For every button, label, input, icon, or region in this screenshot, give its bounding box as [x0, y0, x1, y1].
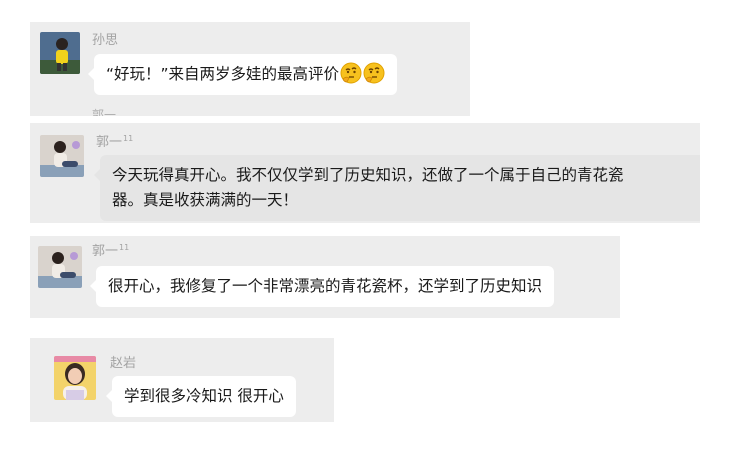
sender-name-sup: 11	[119, 242, 130, 252]
avatar-3[interactable]	[38, 246, 82, 288]
avatar-photo-portrait-icon	[54, 356, 96, 400]
message-text: 很开心，我修复了一个非常漂亮的青花瓷杯，还学到了历史知识	[108, 277, 543, 295]
message-card-4: 赵岩 学到很多冷知识 很开心	[30, 338, 334, 422]
thinking-face-emoji	[363, 62, 385, 84]
thinking-face-emoji	[340, 62, 362, 84]
sender-name: 郭一11	[92, 242, 130, 259]
message-card-2: 郭一11 今天玩得真开心。我不仅仅学到了历史知识，还做了一个属于自己的青花瓷 器…	[30, 123, 700, 223]
sender-name: 孙思	[92, 33, 119, 48]
avatar-photo-woman-icon	[40, 135, 84, 177]
sender-name-sup: 11	[123, 133, 134, 143]
avatar-4[interactable]	[54, 356, 96, 400]
message-text-line-1: 今天玩得真开心。我不仅仅学到了历史知识，还做了一个属于自己的青花瓷	[112, 166, 624, 184]
avatar-photo-child-icon	[40, 32, 80, 74]
sender-name: 赵岩	[110, 356, 137, 371]
message-text-line-2: 器。真是收获满满的一天！	[112, 191, 299, 209]
message-card-1: 孙思 “好玩！”来自两岁多娃的最高评价 郭一	[30, 22, 470, 116]
avatar-1[interactable]	[40, 32, 80, 74]
sender-name: 郭一11	[96, 133, 134, 150]
message-bubble: 今天玩得真开心。我不仅仅学到了历史知识，还做了一个属于自己的青花瓷 器。真是收获…	[94, 155, 700, 221]
avatar-photo-woman-icon	[38, 246, 82, 288]
message-bubble: 很开心，我修复了一个非常漂亮的青花瓷杯，还学到了历史知识	[89, 266, 555, 307]
message-bubble: “好玩！”来自两岁多娃的最高评价	[87, 54, 398, 95]
avatar-2[interactable]	[40, 135, 84, 177]
message-card-3: 郭一11 很开心，我修复了一个非常漂亮的青花瓷杯，还学到了历史知识	[30, 236, 620, 318]
message-bubble: 学到很多冷知识 很开心	[106, 376, 296, 417]
message-text: “好玩！”来自两岁多娃的最高评价	[106, 65, 340, 83]
message-text: 学到很多冷知识 很开心	[124, 387, 284, 405]
cropped-next-name: 郭一	[92, 108, 117, 116]
